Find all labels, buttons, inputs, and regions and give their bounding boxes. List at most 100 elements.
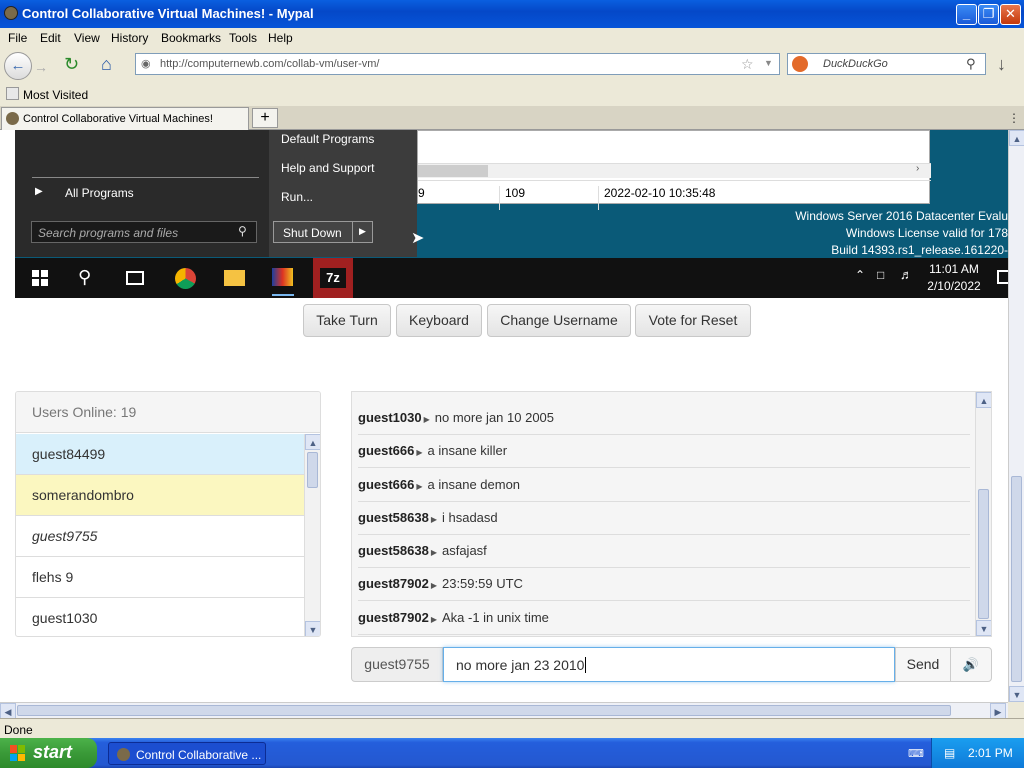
chat-username: guest58638 <box>358 543 429 558</box>
chat-input-row: guest9755 no more jan 23 2010 Send 🔊 <box>351 647 992 682</box>
scroll-up-icon[interactable]: ▲ <box>1009 130 1024 146</box>
app-icon <box>272 268 293 286</box>
user-list-item[interactable]: guest1030 <box>16 598 304 636</box>
chat-text: a insane killer <box>427 443 508 458</box>
chat-text: no more jan 10 2005 <box>434 410 555 425</box>
keyboard-button[interactable]: Keyboard <box>396 304 482 337</box>
change-username-button[interactable]: Change Username <box>487 304 631 337</box>
clock-date: 2/10/2022 <box>927 279 981 293</box>
chat-message: guest58638 ▶ asfajasf <box>358 535 970 568</box>
home-icon[interactable]: ⌂ <box>101 54 112 75</box>
url-bar[interactable]: ◉ http://computernewb.com/collab-vm/user… <box>135 53 780 75</box>
scroll-up-icon[interactable]: ▲ <box>305 434 320 450</box>
vm-table-row: 9 109 2022-02-10 10:35:48 <box>418 180 931 210</box>
download-icon[interactable]: ↓ <box>997 54 1006 75</box>
reload-icon[interactable]: ↻ <box>64 54 79 75</box>
vm-hscroll: › <box>418 163 931 178</box>
network-tray-icon[interactable]: ▤ <box>944 746 955 760</box>
scroll-left-icon[interactable]: ◀ <box>0 703 16 719</box>
taskbar-window-item[interactable]: Control Collaborative ... <box>108 742 266 765</box>
vote-reset-button[interactable]: Vote for Reset <box>635 304 751 337</box>
watermark-line: Windows Server 2016 Datacenter Evalu <box>795 209 1008 223</box>
menu-file[interactable]: File <box>8 31 27 45</box>
chat-message: guest58638 ▶ i hsadasd <box>358 502 970 535</box>
chat-text: a insane demon <box>427 477 521 492</box>
menu-edit[interactable]: Edit <box>40 31 61 45</box>
forward-icon[interactable]: → <box>34 59 48 75</box>
start-item-default-programs[interactable]: Default Programs <box>281 132 374 146</box>
keyboard-icon[interactable]: ⌨ <box>908 747 924 760</box>
active-indicator <box>272 294 294 296</box>
menu-help[interactable]: Help <box>268 31 293 45</box>
all-programs[interactable]: All Programs <box>65 186 134 200</box>
chat-arrow-icon: ▶ <box>430 615 437 624</box>
shutdown-button[interactable]: Shut Down ▶ <box>273 221 373 243</box>
chat-arrow-icon: ▶ <box>430 515 437 524</box>
user-list-item[interactable]: flehs 9 <box>16 557 304 598</box>
windows-start-icon <box>32 270 48 286</box>
chat-message-input[interactable]: no more jan 23 2010 <box>443 647 895 682</box>
close-button[interactable]: ✕ <box>1000 4 1021 25</box>
chat-username: guest666 <box>358 477 415 492</box>
bookmark-star-icon[interactable]: ☆ <box>741 56 754 73</box>
favicon-icon <box>117 748 130 761</box>
users-scroll-thumb[interactable] <box>307 452 318 488</box>
tab-list-icon[interactable]: ⋮⋮ <box>1008 111 1024 125</box>
scroll-right-icon[interactable]: ▶ <box>990 703 1006 719</box>
menu-tools[interactable]: Tools <box>229 31 257 45</box>
url-dropdown-icon[interactable]: ▼ <box>764 58 773 68</box>
menu-bookmarks[interactable]: Bookmarks <box>161 31 221 45</box>
page-vertical-scrollbar[interactable]: ▲ ▼ <box>1008 130 1024 702</box>
minimize-button[interactable]: _ <box>956 4 977 25</box>
search-icon[interactable]: ⚲ <box>966 56 976 72</box>
tray-clock[interactable]: 2:01 PM <box>968 746 1013 760</box>
folder-icon <box>224 270 245 286</box>
tab-active[interactable]: Control Collaborative Virtual Machines! <box>1 107 249 130</box>
users-scrollbar[interactable]: ▲ ▼ <box>304 434 320 636</box>
chat-message: guest666 ▶ a insane demon <box>358 469 970 502</box>
chat-arrow-icon: ▶ <box>416 448 423 457</box>
notification-icon <box>997 270 1008 284</box>
start-button[interactable]: start <box>0 738 97 768</box>
scroll-down-icon[interactable]: ▼ <box>976 620 991 636</box>
page-horizontal-scrollbar[interactable]: ◀ ▶ <box>0 702 1008 719</box>
page-scroll-thumb[interactable] <box>1011 476 1022 682</box>
chat-scrollbar[interactable]: ▲ ▼ <box>975 392 991 636</box>
menu-history[interactable]: History <box>111 31 148 45</box>
send-button[interactable]: Send <box>895 647 951 682</box>
start-label: start <box>33 742 73 762</box>
start-search-input[interactable]: Search programs and files ⚲ <box>31 221 257 243</box>
shutdown-arrow-icon[interactable]: ▶ <box>359 226 366 237</box>
chat-message: guest87902 ▶ Aka -1 in unix time <box>358 602 970 635</box>
sound-toggle-icon[interactable]: 🔊 <box>950 647 992 682</box>
window-title-bar[interactable]: Control Collaborative Virtual Machines! … <box>0 0 1024 28</box>
chat-arrow-icon: ▶ <box>423 415 430 424</box>
menu-view[interactable]: View <box>74 31 100 45</box>
bookmarks-toolbar: Most Visited <box>0 84 1024 106</box>
app-icon <box>4 6 18 20</box>
bookmark-most-visited[interactable]: Most Visited <box>23 88 88 102</box>
chat-username-label: guest9755 <box>351 647 443 682</box>
user-list-item[interactable]: somerandombro <box>16 475 304 516</box>
maximize-button[interactable]: ❐ <box>978 4 999 25</box>
chat-scroll-thumb[interactable] <box>978 489 989 619</box>
user-list-item[interactable]: guest9755 <box>16 516 304 557</box>
chrome-icon <box>175 268 196 289</box>
new-tab-button[interactable]: + <box>252 108 278 128</box>
scroll-down-icon[interactable]: ▼ <box>1009 686 1024 702</box>
start-item-help[interactable]: Help and Support <box>281 161 374 175</box>
window-title: Control Collaborative Virtual Machines! … <box>22 6 314 21</box>
start-item-run[interactable]: Run... <box>281 190 313 204</box>
scroll-down-icon[interactable]: ▼ <box>305 621 320 636</box>
take-turn-button[interactable]: Take Turn <box>303 304 391 337</box>
back-icon[interactable]: ← <box>4 52 32 80</box>
task-view-icon <box>126 271 144 285</box>
vm-cell: 109 <box>499 186 525 210</box>
bookmark-folder-icon <box>6 87 19 100</box>
page-content: › 9 109 2022-02-10 10:35:48 Windows Serv… <box>0 130 1008 702</box>
scroll-up-icon[interactable]: ▲ <box>976 392 991 408</box>
search-input[interactable]: DuckDuckGo ⚲ <box>787 53 986 75</box>
page-hscroll-thumb[interactable] <box>17 705 951 716</box>
site-identity-icon[interactable]: ◉ <box>141 57 151 70</box>
user-list-item[interactable]: guest84499 <box>16 434 304 475</box>
